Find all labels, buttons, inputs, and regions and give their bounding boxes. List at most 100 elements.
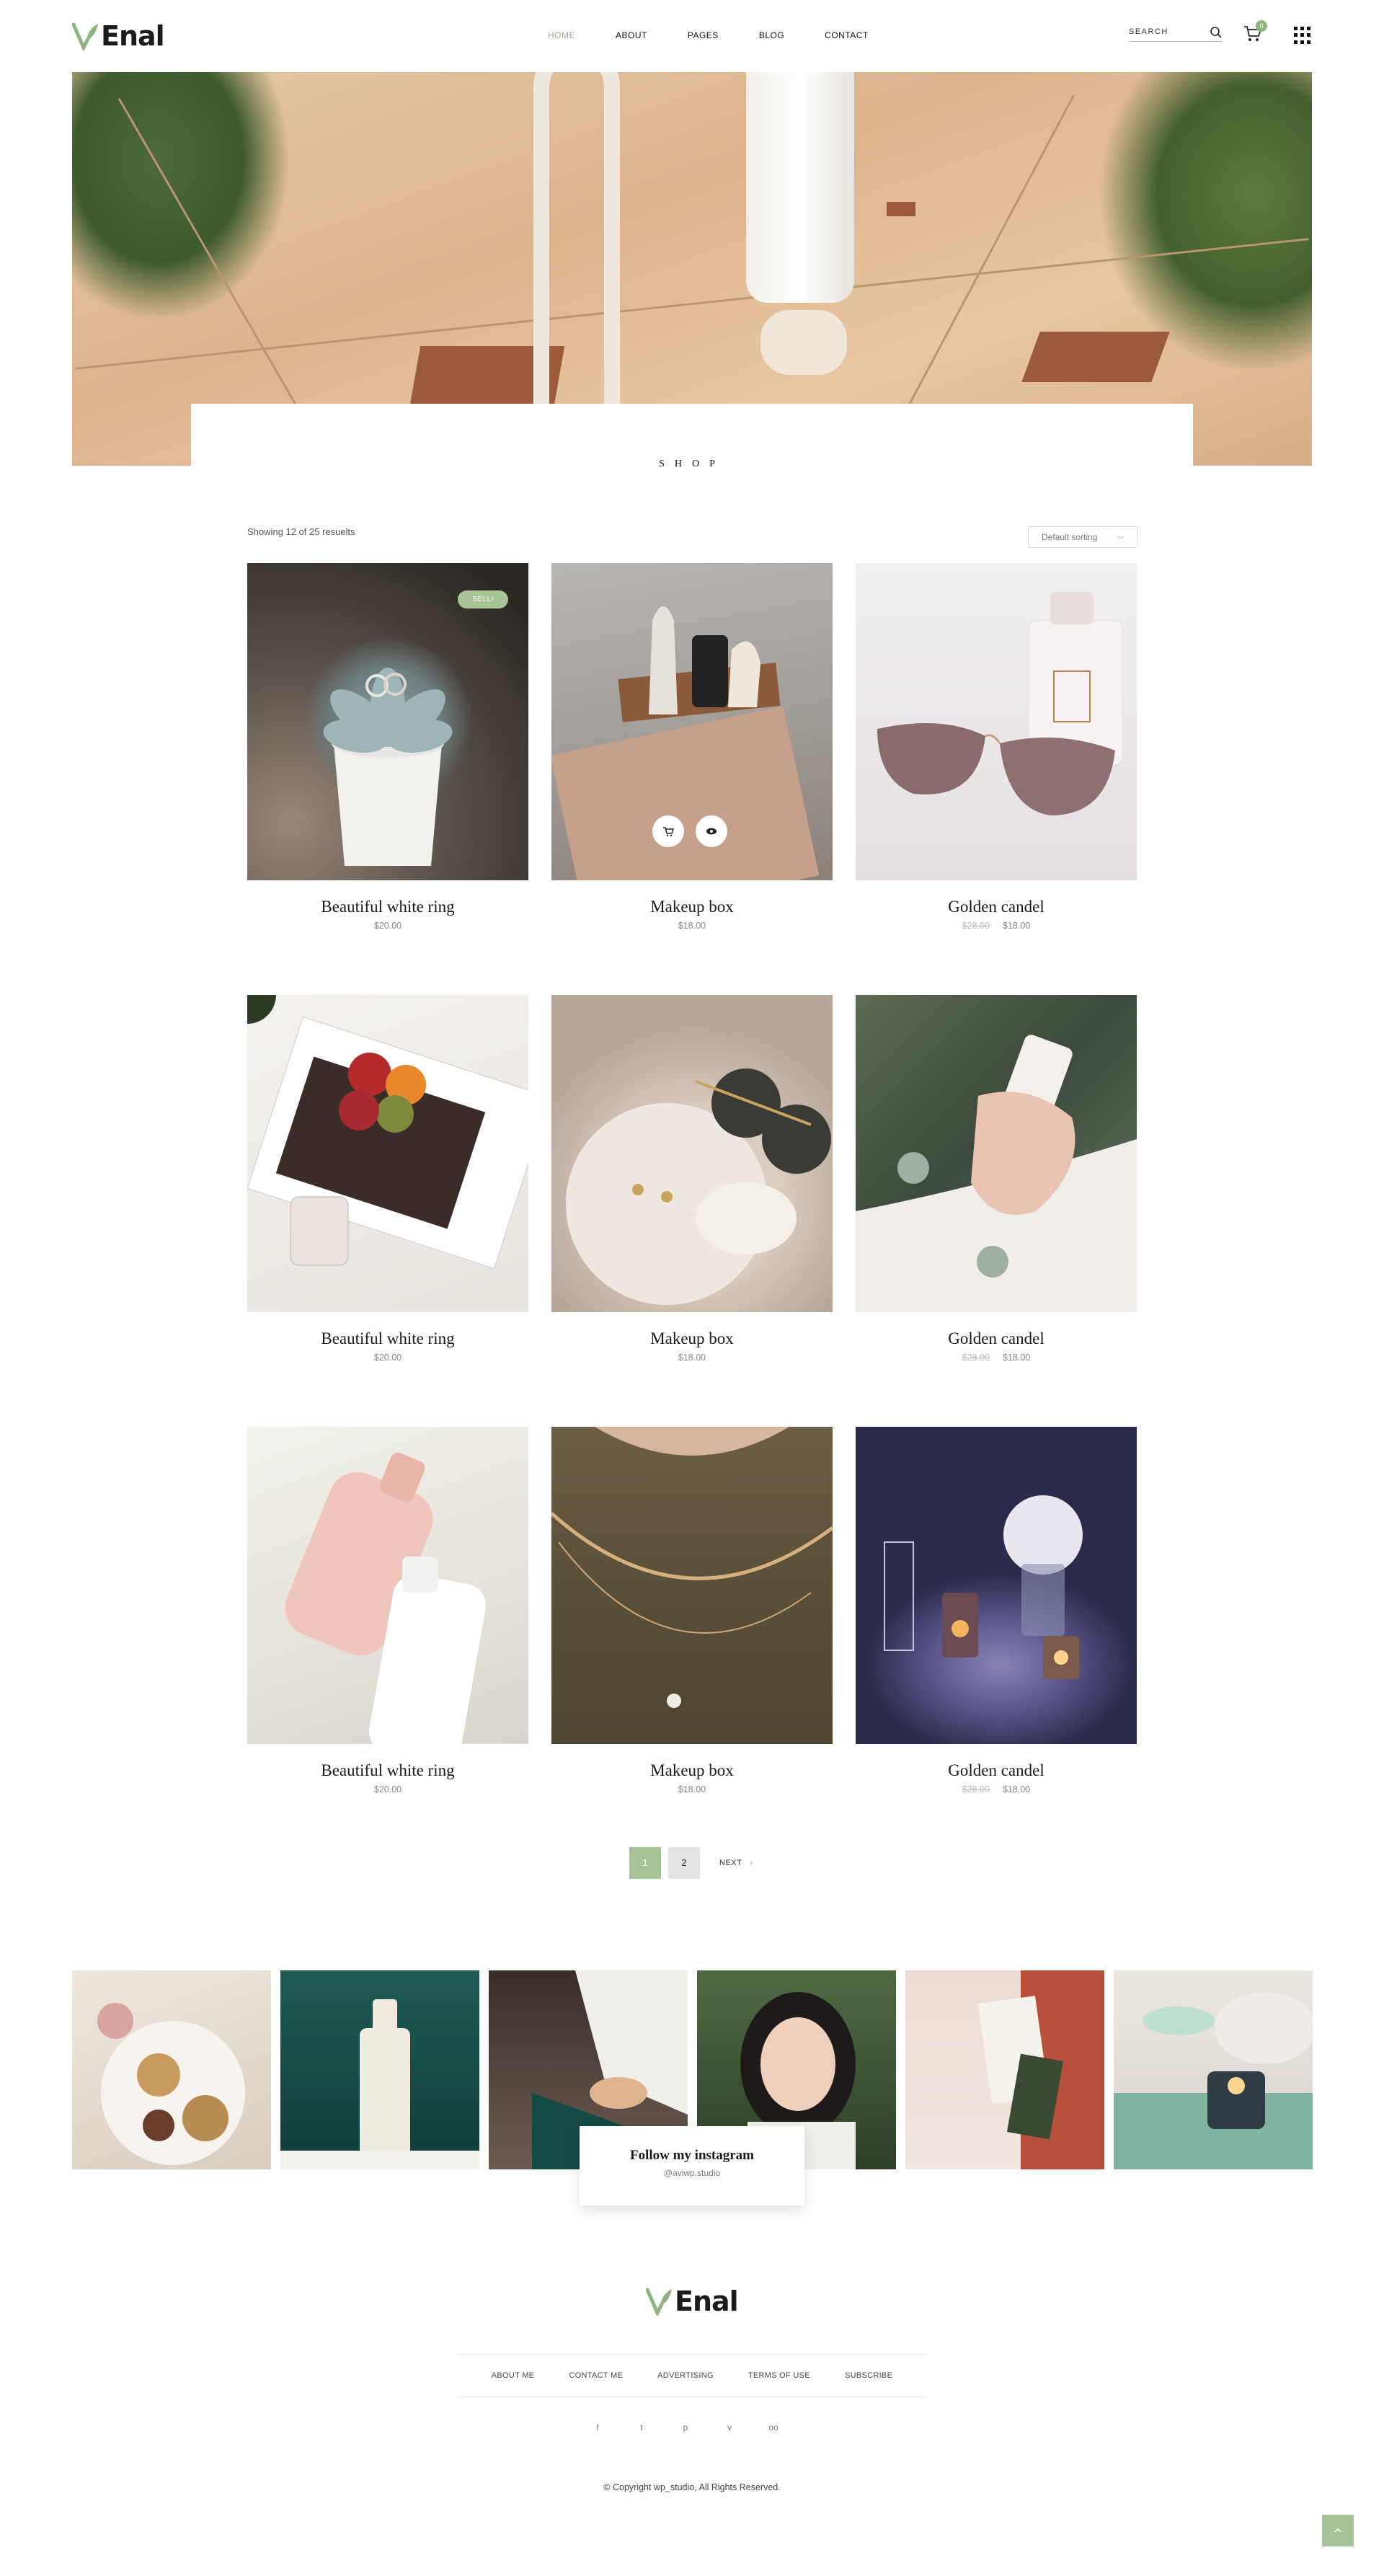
leaf-logo-icon bbox=[646, 2288, 672, 2316]
product-name[interactable]: Beautiful white ring bbox=[247, 1329, 528, 1348]
product-current-price: $20.00 bbox=[373, 1784, 402, 1794]
pinterest-icon[interactable]: p bbox=[679, 2421, 692, 2434]
grid-menu-icon[interactable] bbox=[1294, 27, 1311, 44]
candles-illustration bbox=[884, 1495, 1083, 1679]
instagram-photo[interactable] bbox=[72, 1970, 271, 2169]
cart-icon bbox=[663, 827, 674, 837]
arrow-up-icon bbox=[1334, 2528, 1341, 2533]
product-image[interactable] bbox=[551, 1427, 833, 1744]
product-card[interactable]: Makeup box $18.00 bbox=[551, 995, 833, 1363]
product-price: $20.00 bbox=[247, 1784, 528, 1794]
jewelry-illustration bbox=[566, 1068, 831, 1305]
sort-selected-value: Default sorting bbox=[1042, 532, 1098, 542]
facebook-icon[interactable]: f bbox=[591, 2421, 604, 2434]
person-legs bbox=[746, 72, 854, 303]
search-label: SEARCH bbox=[1129, 27, 1168, 36]
books-illustration bbox=[247, 995, 528, 1270]
back-to-top-button[interactable] bbox=[1322, 2515, 1354, 2546]
nav-about[interactable]: ABOUT bbox=[616, 30, 647, 40]
product-card[interactable]: Beautiful white ring $20.00 bbox=[247, 995, 528, 1363]
product-card[interactable]: Golden candel $28.00 $18.00 bbox=[856, 1427, 1137, 1794]
nav-contact[interactable]: CONTACT bbox=[825, 30, 869, 40]
product-name[interactable]: Beautiful white ring bbox=[247, 1761, 528, 1780]
instagram-photo[interactable] bbox=[905, 1970, 1104, 2169]
product-image[interactable] bbox=[856, 1427, 1137, 1744]
product-current-price: $20.00 bbox=[373, 921, 402, 931]
product-image[interactable] bbox=[247, 1427, 528, 1744]
pastries-illustration bbox=[97, 2003, 245, 2165]
instagram-photo[interactable] bbox=[1114, 1970, 1313, 2169]
footer-link-advertising[interactable]: ADVERTISING bbox=[657, 2371, 714, 2380]
product-name[interactable]: Makeup box bbox=[551, 1761, 833, 1780]
product-price: $20.00 bbox=[247, 921, 528, 931]
product-name[interactable]: Golden candel bbox=[856, 898, 1137, 916]
product-name[interactable]: Golden candel bbox=[856, 1329, 1137, 1348]
quick-view-button[interactable] bbox=[696, 815, 727, 847]
vimeo-icon[interactable]: v bbox=[723, 2421, 736, 2434]
product-price: $18.00 bbox=[551, 1353, 833, 1363]
pagination-next[interactable]: NEXT › bbox=[719, 1859, 753, 1867]
instagram-photo[interactable] bbox=[280, 1970, 479, 2169]
product-price: $28.00 $18.00 bbox=[856, 1784, 1137, 1794]
search-icon[interactable] bbox=[1210, 26, 1223, 39]
nav-home[interactable]: HOME bbox=[548, 30, 575, 40]
product-image[interactable] bbox=[551, 995, 833, 1312]
sale-badge: SELL! bbox=[458, 590, 508, 608]
product-image[interactable] bbox=[856, 995, 1137, 1312]
footer-link-terms-of-use[interactable]: TERMS OF USE bbox=[748, 2371, 810, 2380]
footer-link-subscribe[interactable]: SUBSCRIBE bbox=[845, 2371, 892, 2380]
book-dress-illustration bbox=[977, 1970, 1104, 2169]
skincare-illustration bbox=[856, 1035, 1137, 1312]
footer-links: ABOUT ME CONTACT ME ADVERTISING TERMS OF… bbox=[458, 2354, 926, 2397]
product-card[interactable]: SELL! Beautiful white ring $20.00 bbox=[247, 563, 528, 931]
footer-link-about-me[interactable]: ABOUT ME bbox=[492, 2371, 535, 2380]
product-old-price: $28.00 bbox=[962, 1784, 990, 1794]
product-image[interactable] bbox=[551, 563, 833, 880]
instagram-handle[interactable]: @aviwp.studio bbox=[580, 2168, 804, 2178]
footer-link-contact-me[interactable]: CONTACT ME bbox=[569, 2371, 623, 2380]
product-price: $20.00 bbox=[247, 1353, 528, 1363]
product-image[interactable] bbox=[856, 563, 1137, 880]
site-header: Enal HOME ABOUT PAGES BLOG CONTACT SEARC… bbox=[0, 0, 1384, 72]
pagination-page-1[interactable]: 1 bbox=[629, 1847, 661, 1879]
sort-select[interactable]: Default sorting ﹀ bbox=[1028, 526, 1137, 548]
product-current-price: $18.00 bbox=[678, 1784, 706, 1794]
add-to-cart-button[interactable] bbox=[652, 815, 684, 847]
product-name[interactable]: Makeup box bbox=[551, 898, 833, 916]
next-label: NEXT bbox=[719, 1859, 742, 1867]
product-name[interactable]: Golden candel bbox=[856, 1761, 1137, 1780]
site-logo[interactable]: Enal bbox=[72, 20, 165, 52]
product-card[interactable]: Golden candel $28.00 $18.00 bbox=[856, 995, 1137, 1363]
search-field[interactable]: SEARCH bbox=[1129, 26, 1223, 42]
eye-icon bbox=[706, 828, 717, 835]
product-price: $18.00 bbox=[551, 1784, 833, 1794]
product-old-price: $28.00 bbox=[962, 921, 990, 931]
product-old-price: $28.00 bbox=[962, 1353, 990, 1363]
results-count: Showing 12 of 25 resuelts bbox=[247, 526, 355, 537]
product-card[interactable]: Golden candel $28.00 $18.00 bbox=[856, 563, 1137, 931]
product-current-price: $18.00 bbox=[678, 921, 706, 931]
footer-logo[interactable]: Enal bbox=[646, 2285, 739, 2317]
product-image[interactable] bbox=[247, 995, 528, 1312]
product-image[interactable]: SELL! bbox=[247, 563, 528, 880]
product-card[interactable]: Makeup box $18.00 bbox=[551, 1427, 833, 1794]
main-nav: HOME ABOUT PAGES BLOG CONTACT bbox=[548, 30, 909, 40]
product-name[interactable]: Beautiful white ring bbox=[247, 898, 528, 916]
product-name[interactable]: Makeup box bbox=[551, 1329, 833, 1348]
twitter-icon[interactable]: t bbox=[635, 2421, 648, 2434]
product-current-price: $18.00 bbox=[1003, 1353, 1031, 1363]
chevron-right-icon: › bbox=[750, 1859, 753, 1867]
candle-table-illustration bbox=[1114, 1992, 1313, 2169]
serum-bottle-illustration bbox=[280, 1999, 479, 2169]
product-card[interactable]: Beautiful white ring $20.00 bbox=[247, 1427, 528, 1794]
tripadvisor-icon[interactable]: oo bbox=[767, 2421, 780, 2434]
nav-pages[interactable]: PAGES bbox=[688, 30, 719, 40]
necklace-illustration bbox=[551, 1427, 833, 1708]
bottles-illustration bbox=[285, 1452, 486, 1744]
instagram-follow-card[interactable]: Follow my instagram @aviwp.studio bbox=[580, 2126, 804, 2205]
product-current-price: $18.00 bbox=[1003, 1784, 1031, 1794]
pagination-page-2[interactable]: 2 bbox=[668, 1847, 700, 1879]
product-card[interactable]: Makeup box $18.00 bbox=[551, 563, 833, 931]
nav-blog[interactable]: BLOG bbox=[759, 30, 784, 40]
footer-logo-text: Enal bbox=[675, 2285, 739, 2317]
